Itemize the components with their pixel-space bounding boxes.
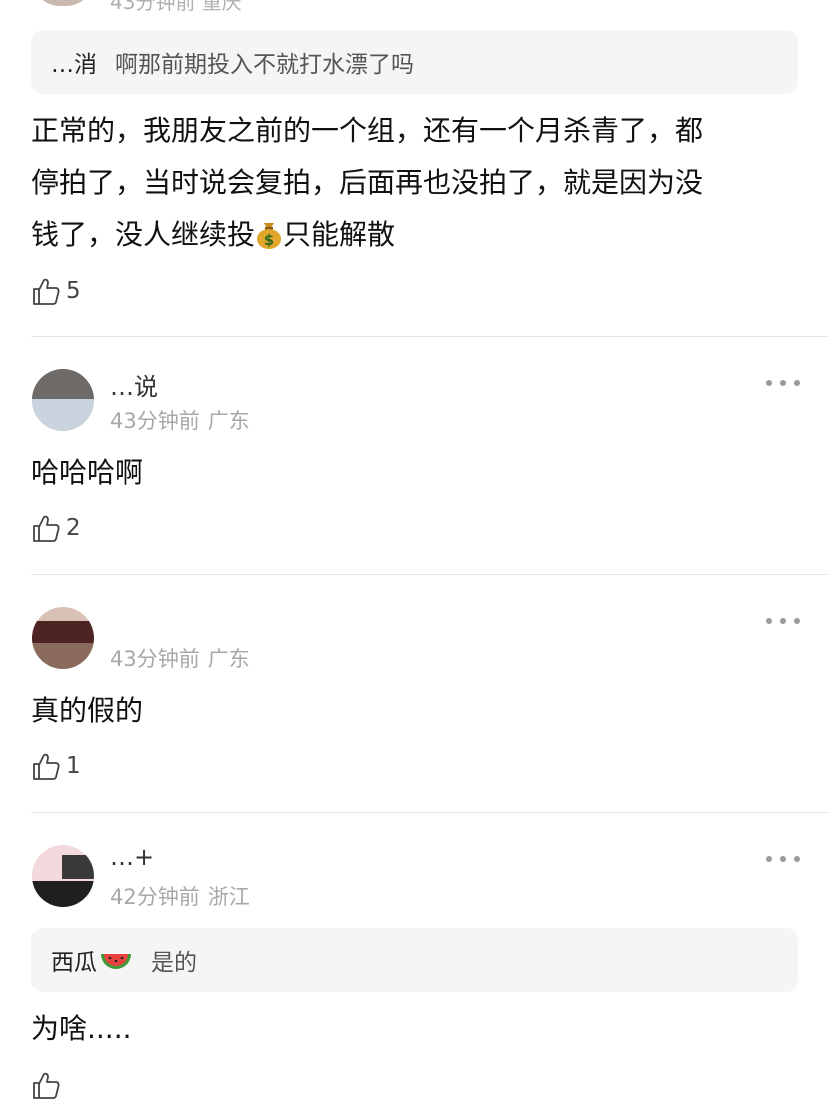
- quote-author-name: 西瓜: [51, 950, 97, 976]
- avatar[interactable]: [32, 0, 94, 6]
- comment-time: 42分钟前: [110, 885, 200, 909]
- like-button[interactable]: [31, 1068, 66, 1102]
- watermelon-icon: [101, 954, 131, 969]
- like-count: 1: [66, 753, 81, 779]
- reply-quote[interactable]: …消 啊那前期投入不就打水漂了吗: [31, 30, 798, 94]
- comment-meta: 43分钟前 广东: [110, 643, 250, 673]
- more-dots-icon[interactable]: [766, 611, 800, 631]
- comment-body: 真的假的: [31, 694, 144, 727]
- comment-location: 广东: [207, 409, 250, 433]
- like-button[interactable]: 1: [31, 749, 81, 783]
- avatar[interactable]: [32, 369, 94, 431]
- thumbs-up-icon: [33, 278, 60, 305]
- comment-body: 哈哈哈啊: [31, 456, 144, 489]
- avatar[interactable]: [32, 845, 94, 907]
- comment-body-line: 停拍了，当时说会复拍，后面再也没拍了，就是因为没: [31, 166, 704, 199]
- quote-author[interactable]: 西瓜: [51, 943, 133, 977]
- quote-text: 是的: [151, 950, 197, 976]
- divider: [31, 336, 828, 337]
- svg-text:$: $: [264, 231, 274, 249]
- comment-body-text: 钱了，没人继续投: [31, 218, 256, 251]
- like-count: 5: [66, 278, 81, 304]
- comment-time: 43分钟前: [110, 647, 200, 671]
- divider: [31, 812, 828, 813]
- comment-body-line-3: 钱了，没人继续投 $ 只能解散: [31, 209, 801, 261]
- comment-meta: 42分钟前 浙江: [110, 881, 250, 911]
- divider: [31, 574, 828, 575]
- like-button[interactable]: 5: [31, 274, 81, 308]
- more-dots-icon[interactable]: [766, 373, 800, 393]
- comment-body-text: 只能解散: [283, 218, 396, 251]
- comment-body-line: 正常的，我朋友之前的一个组，还有一个月杀青了，都: [31, 114, 704, 147]
- quote-text: 啊那前期投入不就打水漂了吗: [115, 52, 414, 78]
- thumbs-up-icon: [33, 515, 60, 542]
- thumbs-up-icon: [33, 753, 60, 780]
- comment-location: 广东: [207, 647, 250, 671]
- thumbs-up-icon: [33, 1072, 60, 1099]
- comment-time: 43分钟前: [110, 409, 200, 433]
- username[interactable]: …+: [110, 843, 154, 871]
- comment-body: 为啥.....: [31, 1012, 132, 1045]
- avatar[interactable]: [32, 607, 94, 669]
- comment-meta: 43分钟前 重庆: [110, 0, 242, 14]
- username[interactable]: …说: [110, 367, 158, 402]
- reply-quote[interactable]: 西瓜 是的: [31, 928, 798, 992]
- like-button[interactable]: 2: [31, 511, 81, 545]
- money-bag-icon: $: [257, 223, 282, 249]
- quote-author[interactable]: …消: [51, 45, 97, 79]
- comment-body: 正常的，我朋友之前的一个组，还有一个月杀青了，都 停拍了，当时说会复拍，后面再也…: [31, 105, 801, 261]
- comment-location: 浙江: [207, 885, 250, 909]
- like-count: 2: [66, 515, 81, 541]
- comment-meta: 43分钟前 广东: [110, 405, 250, 435]
- more-dots-icon[interactable]: [766, 849, 800, 869]
